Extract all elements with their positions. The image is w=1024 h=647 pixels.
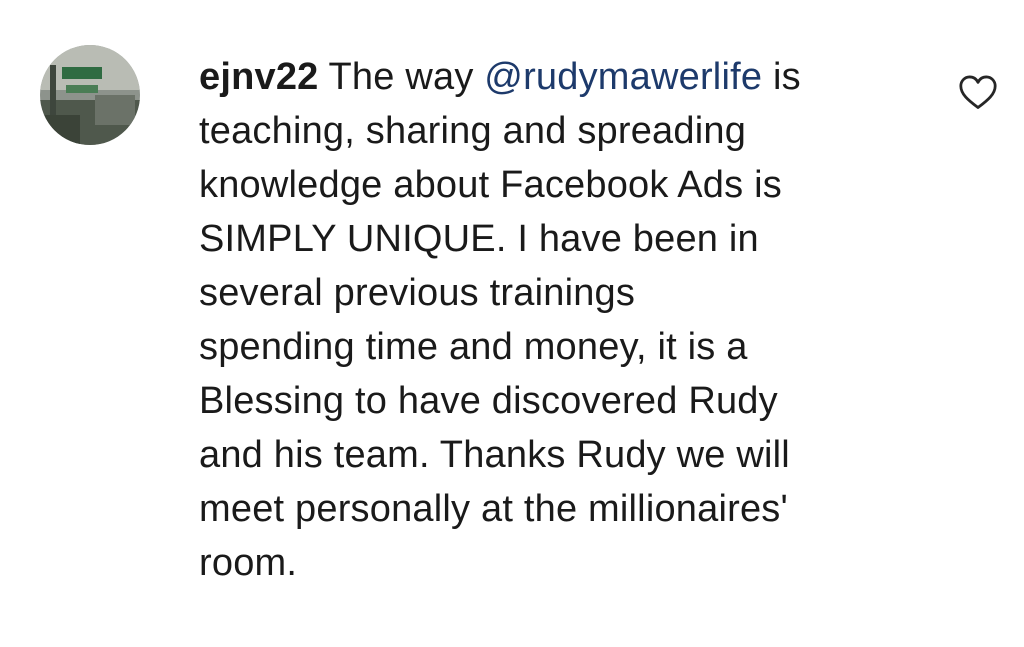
comment-first-line: ejnv22 The way @rudymawerlife is [199,50,919,104]
comment-text-prefix: The way [328,56,485,98]
comment-line: meet personally at the millionaires' [199,488,788,530]
comment-line: and his team. Thanks Rudy we will [199,434,790,476]
comment-line: knowledge about Facebook Ads is [199,164,782,206]
profile-photo [40,45,140,145]
comment-line: spending time and money, it is a [199,326,748,368]
comment-username[interactable]: ejnv22 [199,56,319,98]
heart-outline-icon [959,75,997,109]
comment-line: Blessing to have discovered Rudy [199,380,778,422]
comment-text-suffix: is [762,56,801,98]
mention-link[interactable]: @rudymawerlife [484,56,762,98]
comment-line: several previous trainings [199,272,636,314]
comment-line: room. [199,542,298,584]
avatar[interactable] [40,45,140,145]
comment-line: teaching, sharing and spreading [199,110,747,152]
comment-text: ejnv22 The way @rudymawerlife is teaching… [199,50,919,590]
like-button[interactable] [957,74,999,110]
comment-line: SIMPLY UNIQUE. I have been in [199,218,759,260]
